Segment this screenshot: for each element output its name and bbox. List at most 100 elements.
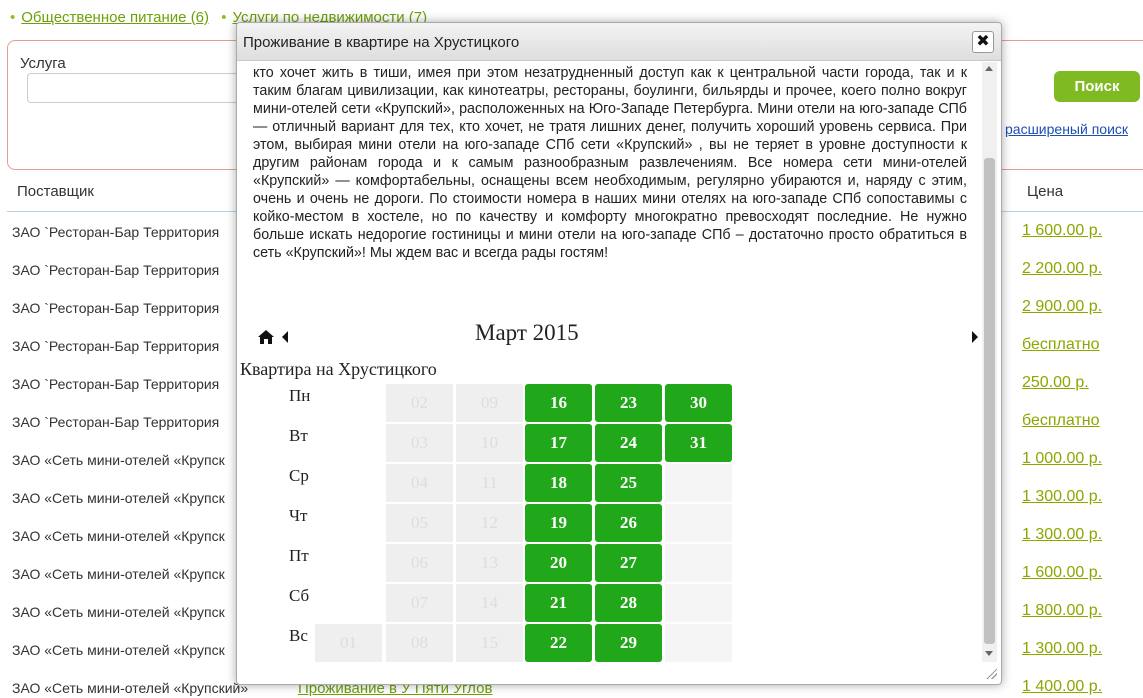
scrollbar-thumb[interactable] <box>984 158 995 644</box>
price-link[interactable]: 1 300.00 р. <box>1022 526 1102 544</box>
home-icon[interactable] <box>257 329 275 345</box>
scrollbar[interactable] <box>982 62 997 662</box>
calendar-nav: Март 2015 <box>257 320 982 353</box>
calendar-day <box>665 504 732 542</box>
column-header-price[interactable]: Цена <box>1027 183 1063 200</box>
price-link[interactable]: 1 600.00 р. <box>1022 222 1102 240</box>
calendar-day: 04 <box>386 464 453 502</box>
calendar-day-available[interactable]: 28 <box>595 584 662 622</box>
price-link[interactable]: бесплатно <box>1022 336 1100 354</box>
calendar-day: 05 <box>386 504 453 542</box>
advanced-search-link[interactable]: расширеный поиск <box>1005 121 1128 137</box>
supplier-cell: ЗАО `Ресторан-Бар Территория <box>12 224 220 240</box>
price-link[interactable]: 1 600.00 р. <box>1022 564 1102 582</box>
service-label: Услуга <box>20 55 66 72</box>
prev-month-icon[interactable] <box>282 331 288 343</box>
weekday-label: Пн <box>289 386 311 405</box>
calendar-day-available[interactable]: 24 <box>595 424 662 462</box>
calendar-day-available[interactable]: 20 <box>525 544 592 582</box>
calendar-day-available[interactable]: 26 <box>595 504 662 542</box>
booking-dialog: Проживание в квартире на Хрустицкого ✖ и… <box>236 22 1002 685</box>
calendar-day: 07 <box>386 584 453 622</box>
calendar-week-row: Сб 07 14 21 28 <box>289 584 737 624</box>
calendar-day-available[interactable]: 21 <box>525 584 592 622</box>
calendar-day <box>315 424 382 462</box>
price-link[interactable]: 1 400.00 р. <box>1022 678 1102 696</box>
calendar-day: 08 <box>386 624 453 662</box>
price-link[interactable]: 250.00 р. <box>1022 374 1089 392</box>
column-header-supplier[interactable]: Поставщик <box>17 183 94 200</box>
price-link[interactable]: 2 200.00 р. <box>1022 260 1102 278</box>
calendar-day: 02 <box>386 384 453 422</box>
weekday-label: Сб <box>289 586 310 605</box>
calendar-day: 06 <box>386 544 453 582</box>
calendar-day-available[interactable]: 30 <box>665 384 732 422</box>
calendar-day-available[interactable]: 31 <box>665 424 732 462</box>
supplier-cell: ЗАО «Сеть мини-отелей «Крупск <box>12 604 225 620</box>
calendar-day: 12 <box>456 504 523 542</box>
calendar-day-available[interactable]: 18 <box>525 464 592 502</box>
supplier-cell: ЗАО «Сеть мини-отелей «Крупск <box>12 642 225 658</box>
weekday-label: Ср <box>289 466 309 485</box>
price-link[interactable]: бесплатно <box>1022 412 1100 430</box>
calendar-day <box>315 544 382 582</box>
scroll-up-icon[interactable] <box>985 66 993 71</box>
calendar-day <box>665 624 732 662</box>
calendar-week-row: Ср 04 11 18 25 <box>289 464 737 504</box>
supplier-cell: ЗАО `Ресторан-Бар Территория <box>12 376 220 392</box>
resize-grip-icon[interactable] <box>985 667 997 679</box>
next-month-icon[interactable] <box>972 331 978 343</box>
weekday-label: Вт <box>289 426 308 445</box>
calendar-day <box>665 584 732 622</box>
price-link[interactable]: 1 000.00 р. <box>1022 450 1102 468</box>
supplier-cell: ЗАО `Ресторан-Бар Территория <box>12 300 220 316</box>
price-link[interactable]: 1 300.00 р. <box>1022 488 1102 506</box>
calendar-day: 11 <box>456 464 523 502</box>
search-button[interactable]: Поиск <box>1054 71 1140 102</box>
supplier-cell: ЗАО «Сеть мини-отелей «Крупск <box>12 490 225 506</box>
supplier-cell: ЗАО `Ресторан-Бар Территория <box>12 338 220 354</box>
weekday-label: Чт <box>289 506 308 525</box>
calendar-day <box>315 384 382 422</box>
close-icon[interactable]: ✖ <box>972 31 994 53</box>
supplier-cell: ЗАО «Сеть мини-отелей «Крупск <box>12 566 225 582</box>
calendar-day-available[interactable]: 22 <box>525 624 592 662</box>
calendar-week-row: Вт 03 10 17 24 31 <box>289 424 737 464</box>
calendar-day-available[interactable]: 23 <box>595 384 662 422</box>
supplier-cell: ЗАО `Ресторан-Бар Территория <box>12 414 220 430</box>
calendar-week-row: Вс 01 08 15 22 29 <box>289 624 737 662</box>
calendar-day-available[interactable]: 27 <box>595 544 662 582</box>
bullet-icon: • <box>221 9 227 26</box>
bullet-icon: • <box>10 9 16 26</box>
calendar-day: 09 <box>456 384 523 422</box>
price-link[interactable]: 1 800.00 р. <box>1022 602 1102 620</box>
calendar-day: 10 <box>456 424 523 462</box>
calendar-day-available[interactable]: 16 <box>525 384 592 422</box>
calendar-day-available[interactable]: 25 <box>595 464 662 502</box>
supplier-cell: ЗАО «Сеть мини-отелей «Крупск <box>12 528 225 544</box>
price-link[interactable]: 2 900.00 р. <box>1022 298 1102 316</box>
calendar-grid: Пн 02 09 16 23 30 Вт 03 10 17 24 31 Ср 04 11 18 25 Чт 05 12… <box>289 384 737 662</box>
calendar-day-available[interactable]: 17 <box>525 424 592 462</box>
supplier-cell: ЗАО «Сеть мини-отелей «Крупск <box>12 452 225 468</box>
calendar-day: 15 <box>456 624 523 662</box>
weekday-label: Вс <box>289 626 308 645</box>
calendar-day: 13 <box>456 544 523 582</box>
category-link-catering[interactable]: Общественное питание (6) <box>21 9 209 26</box>
price-link[interactable]: 1 300.00 р. <box>1022 640 1102 658</box>
calendar-day <box>315 584 382 622</box>
calendar-day-available[interactable]: 19 <box>525 504 592 542</box>
calendar-week-row: Пт 06 13 20 27 <box>289 544 737 584</box>
calendar-day <box>315 504 382 542</box>
calendar-week-row: Чт 05 12 19 26 <box>289 504 737 544</box>
supplier-cell: ЗАО `Ресторан-Бар Территория <box>12 262 220 278</box>
supplier-cell: ЗАО «Сеть мини-отелей «Крупский» <box>12 680 249 696</box>
room-name: Квартира на Хрустицкого <box>240 359 437 379</box>
calendar-week-row: Пн 02 09 16 23 30 <box>289 384 737 424</box>
dialog-title: Проживание в квартире на Хрустицкого <box>243 34 520 51</box>
calendar-day-available[interactable]: 29 <box>595 624 662 662</box>
calendar-day <box>315 464 382 502</box>
service-description: инфраструктурой тут тоже порядок, а до ц… <box>253 62 967 261</box>
dialog-titlebar[interactable]: Проживание в квартире на Хрустицкого ✖ <box>237 23 1001 61</box>
scroll-down-icon[interactable] <box>985 651 993 656</box>
